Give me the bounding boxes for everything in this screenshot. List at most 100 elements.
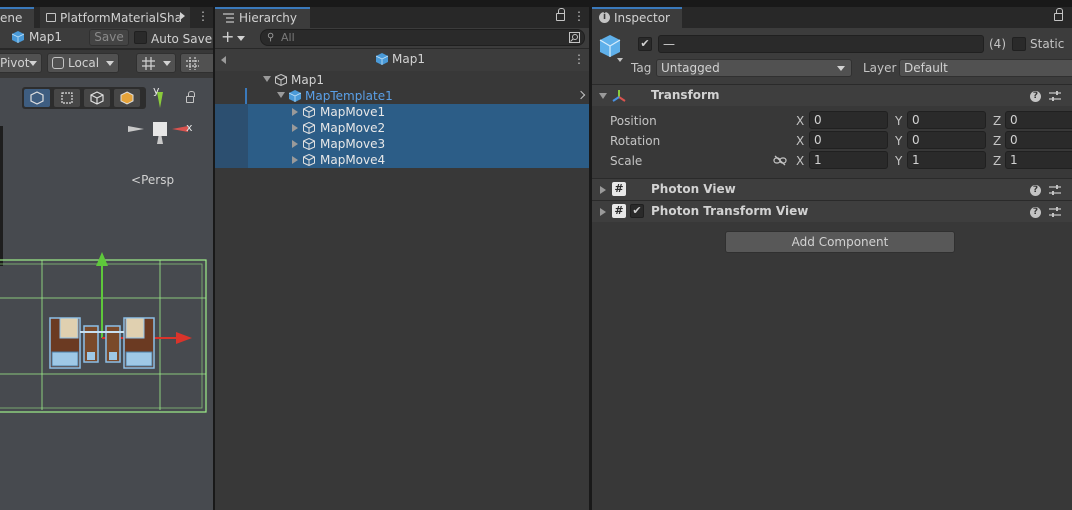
transform-tool-button[interactable] <box>24 89 50 107</box>
static-label: Static <box>1030 37 1065 51</box>
settings-sliders-icon[interactable] <box>1049 184 1061 196</box>
expand-right-icon[interactable] <box>600 186 606 194</box>
gameobject-cube-icon <box>303 106 315 118</box>
tab-hierarchy-label: Hierarchy <box>239 11 298 25</box>
pivot-dropdown[interactable]: Pivot <box>0 53 42 73</box>
autosave-label: Auto Save <box>151 32 213 46</box>
inspector-body: Transform ? Position X 0 Y 0 Z 0 Rotatio… <box>592 84 1072 510</box>
tab-scroll-right-icon[interactable] <box>180 12 185 20</box>
position-y-field[interactable]: 0 <box>907 111 986 129</box>
scale-z-label[interactable]: Z <box>993 154 1001 168</box>
space-dropdown[interactable]: Local <box>47 53 119 73</box>
table-row[interactable]: MapMove3 <box>215 136 589 152</box>
rotation-x-label[interactable]: X <box>796 134 804 148</box>
rotation-z-field[interactable]: 0 <box>1005 131 1072 149</box>
script-icon: # <box>612 204 626 218</box>
scale-z-field[interactable]: 1 <box>1005 151 1072 169</box>
expand-right-icon[interactable] <box>292 108 298 116</box>
constrain-proportions-icon[interactable] <box>773 155 787 166</box>
transform-header[interactable]: Transform ? <box>592 84 1072 106</box>
tag-dropdown[interactable]: Untagged <box>656 59 852 77</box>
table-row[interactable]: MapMove2 <box>215 120 589 136</box>
search-filter-icon[interactable] <box>569 32 580 43</box>
gameobject-cube-icon <box>303 122 315 134</box>
scale-y-label[interactable]: Y <box>895 154 902 168</box>
prefab-header-menu-icon[interactable]: ⋮ <box>573 52 585 66</box>
save-button[interactable]: Save <box>89 29 129 46</box>
rotation-y-label[interactable]: Y <box>895 134 902 148</box>
scene-selection-bounds <box>0 252 207 413</box>
orientation-gizmo[interactable] <box>128 88 194 164</box>
inspector-lock-icon[interactable] <box>1054 8 1063 21</box>
create-plus-icon[interactable]: + <box>221 28 234 46</box>
chevron-down-icon <box>163 61 171 66</box>
persp-label[interactable]: <Persp <box>131 173 174 187</box>
back-chevron-left-icon[interactable] <box>221 56 226 64</box>
position-x-field[interactable]: 0 <box>809 111 888 129</box>
static-checkbox[interactable] <box>1012 37 1026 51</box>
rect-tool-button[interactable] <box>54 89 80 107</box>
position-z-field[interactable]: 0 <box>1005 111 1072 129</box>
icon-dropdown-icon[interactable] <box>617 58 623 62</box>
photon-view-header[interactable]: # Photon View ? <box>592 178 1072 200</box>
active-checkbox[interactable]: ✔ <box>638 37 652 51</box>
scale-x-label[interactable]: X <box>796 154 804 168</box>
component-enabled-checkbox[interactable]: ✔ <box>630 204 644 218</box>
create-chevron-down-icon[interactable] <box>237 36 245 41</box>
hierarchy-menu-icon[interactable]: ⋮ <box>573 9 585 23</box>
snap-grid-icon <box>186 57 199 70</box>
add-component-button[interactable]: Add Component <box>725 231 955 253</box>
expand-right-icon[interactable] <box>292 156 298 164</box>
position-x-label[interactable]: X <box>796 114 804 128</box>
position-y-label[interactable]: Y <box>895 114 902 128</box>
rotation-y-field[interactable]: 0 <box>907 131 986 149</box>
layer-dropdown[interactable]: Default <box>899 59 1072 77</box>
rotation-z-value: 0 <box>1010 133 1018 147</box>
autosave-checkbox[interactable] <box>134 31 147 44</box>
tab-scene[interactable]: ene <box>0 7 34 28</box>
list-item[interactable]: Map1 <box>215 72 589 88</box>
help-icon[interactable]: ? <box>1030 185 1041 196</box>
list-item-label: MapMove3 <box>320 137 386 151</box>
view-cube-button[interactable] <box>84 89 110 107</box>
settings-sliders-icon[interactable] <box>1049 90 1061 102</box>
chevron-down-icon <box>29 61 37 66</box>
hierarchy-lock-icon[interactable] <box>556 8 565 21</box>
scale-y-field[interactable]: 1 <box>907 151 986 169</box>
object-name-value: — <box>663 37 675 51</box>
hierarchy-tree: Map1 MapTemplate1 MapMove1 MapMove2 MapM… <box>215 71 589 510</box>
chevron-down-icon <box>106 61 114 66</box>
photon-transform-view-header[interactable]: # ✔ Photon Transform View ? <box>592 200 1072 222</box>
settings-sliders-icon[interactable] <box>1049 206 1061 218</box>
position-z-label[interactable]: Z <box>993 114 1001 128</box>
table-row[interactable]: MapMove1 <box>215 104 589 120</box>
expand-down-icon[interactable] <box>263 76 271 82</box>
open-prefab-arrow-icon[interactable] <box>576 90 586 100</box>
position-z-value: 0 <box>1010 113 1018 127</box>
grid-snap-dropdown[interactable] <box>136 53 176 73</box>
expand-down-icon[interactable] <box>277 92 285 98</box>
selection-gutter <box>215 104 248 168</box>
tab-platform-material[interactable]: PlatformMaterialSha <box>40 7 190 28</box>
tab-hierarchy[interactable]: Hierarchy <box>215 7 310 28</box>
help-icon[interactable]: ? <box>1030 207 1041 218</box>
rotation-z-label[interactable]: Z <box>993 134 1001 148</box>
scene-menu-icon[interactable]: ⋮ <box>197 9 209 23</box>
tab-inspector[interactable]: i Inspector <box>592 7 682 28</box>
list-item[interactable]: MapTemplate1 <box>215 88 589 104</box>
table-row[interactable]: MapMove4 <box>215 152 589 168</box>
object-name-field[interactable]: — <box>658 35 984 53</box>
gameobject-cube-icon <box>599 35 621 57</box>
expand-down-icon[interactable] <box>599 93 607 99</box>
scale-x-field[interactable]: 1 <box>809 151 888 169</box>
expand-right-icon[interactable] <box>292 140 298 148</box>
expand-right-icon[interactable] <box>292 124 298 132</box>
local-space-icon <box>52 57 64 69</box>
rotation-x-field[interactable]: 0 <box>809 131 888 149</box>
help-icon[interactable]: ? <box>1030 91 1041 102</box>
inspector-tabbar: i Inspector <box>592 7 1072 28</box>
back-arrow-icon: < <box>131 173 142 187</box>
hierarchy-search-input[interactable]: ⚲ All <box>260 29 585 46</box>
expand-right-icon[interactable] <box>600 208 606 216</box>
scene-viewport[interactable]: y x <Persp <box>0 78 213 510</box>
